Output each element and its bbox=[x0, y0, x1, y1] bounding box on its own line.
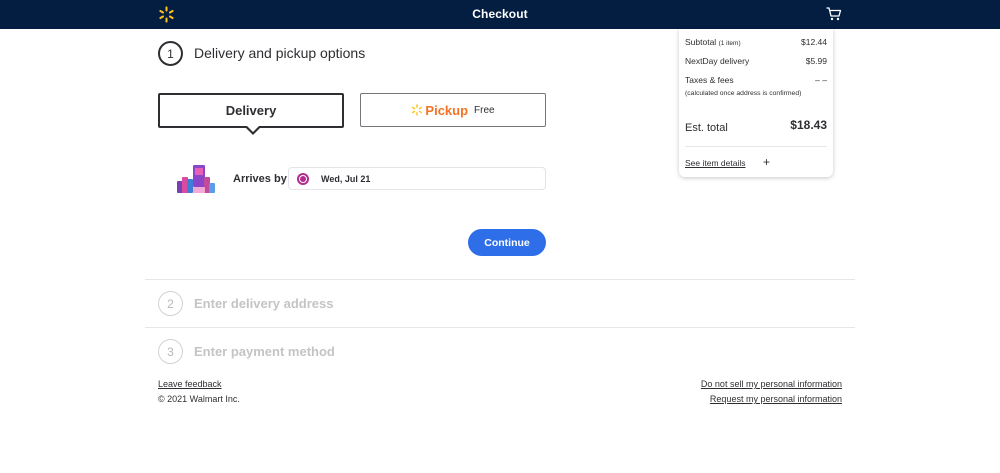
section-divider bbox=[145, 279, 855, 280]
radio-dot bbox=[300, 176, 306, 182]
step-3-title: Enter payment method bbox=[194, 344, 335, 359]
page-title: Checkout bbox=[472, 7, 528, 21]
continue-button[interactable]: Continue bbox=[468, 229, 546, 256]
section-divider bbox=[145, 327, 855, 328]
request-info-link[interactable]: Request my personal information bbox=[710, 394, 842, 404]
order-summary-card: Subtotal (1 item) $12.44 NextDay deliver… bbox=[679, 29, 833, 177]
see-item-details-link[interactable]: See item details bbox=[685, 158, 745, 168]
delivery-option-label: Delivery bbox=[225, 103, 277, 118]
arrives-by-label: Arrives by bbox=[233, 173, 287, 185]
pickup-option-label: Pickup bbox=[425, 102, 469, 118]
taxes-label: Taxes & fees bbox=[685, 75, 734, 85]
pickup-option-tab[interactable]: Pickup Free bbox=[360, 93, 546, 127]
copyright-text: © 2021 Walmart Inc. bbox=[158, 394, 240, 404]
expand-plus-icon[interactable]: + bbox=[763, 155, 770, 169]
step-3-number-text: 3 bbox=[167, 344, 174, 359]
subtotal-row: Subtotal (1 item) $12.44 bbox=[685, 37, 827, 47]
selected-notch-inner bbox=[246, 125, 260, 132]
pickup-price: Free bbox=[474, 104, 495, 116]
step-1-title: Delivery and pickup options bbox=[194, 45, 366, 61]
summary-divider bbox=[685, 146, 827, 147]
delivery-fee-label: NextDay delivery bbox=[685, 56, 750, 66]
leave-feedback-link[interactable]: Leave feedback bbox=[158, 379, 222, 389]
subtotal-label: Subtotal bbox=[685, 37, 717, 47]
delivery-fee-value: $5.99 bbox=[805, 56, 827, 66]
date-radio-selected[interactable] bbox=[297, 173, 309, 185]
step-3-number: 3 bbox=[158, 339, 183, 364]
taxes-row: Taxes & fees – – bbox=[685, 75, 827, 85]
est-total-label: Est. total bbox=[685, 122, 728, 134]
delivery-date-option[interactable]: Wed, Jul 21 bbox=[288, 167, 546, 190]
step-2-title: Enter delivery address bbox=[194, 296, 334, 311]
header-bar: Checkout bbox=[0, 0, 1000, 29]
cart-icon[interactable] bbox=[826, 6, 842, 22]
step-1-number: 1 bbox=[158, 41, 183, 66]
taxes-value: – – bbox=[815, 75, 827, 85]
do-not-sell-link[interactable]: Do not sell my personal information bbox=[701, 379, 842, 389]
pickup-spark-icon bbox=[412, 104, 423, 116]
step-2-number: 2 bbox=[158, 291, 183, 316]
delivery-option-tab[interactable]: Delivery bbox=[158, 93, 344, 135]
subtotal-value: $12.44 bbox=[801, 37, 827, 47]
delivery-fee-row: NextDay delivery $5.99 bbox=[685, 56, 827, 66]
step-2-number-text: 2 bbox=[167, 296, 174, 311]
delivery-date-text: Wed, Jul 21 bbox=[321, 174, 371, 184]
step-1-number-text: 1 bbox=[167, 46, 174, 61]
subtotal-item-count: (1 item) bbox=[718, 40, 741, 47]
taxes-note: (calculated once address is confirmed) bbox=[685, 90, 802, 97]
est-total-value: $18.43 bbox=[790, 118, 827, 132]
product-thumbnail bbox=[177, 165, 215, 193]
